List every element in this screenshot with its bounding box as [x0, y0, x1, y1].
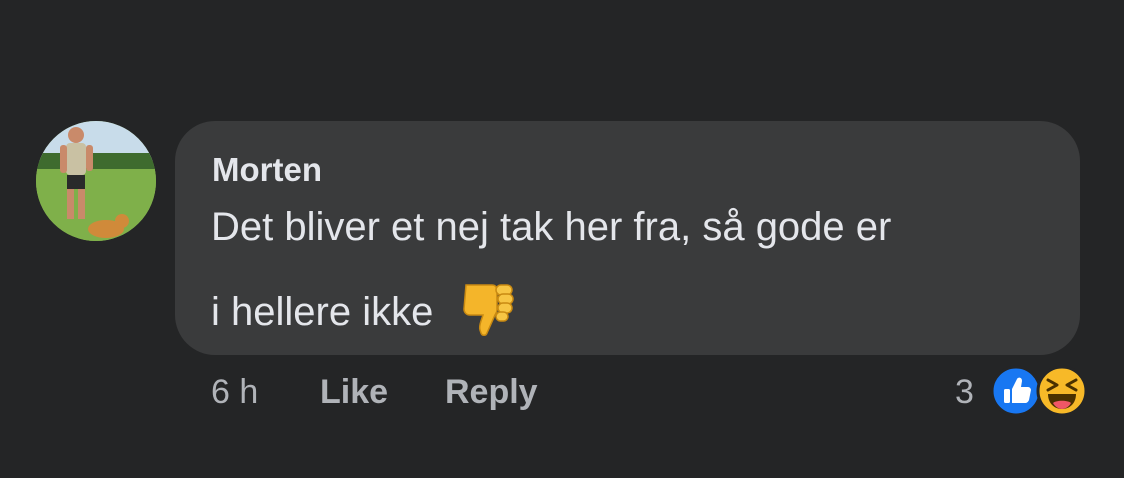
reply-button[interactable]: Reply	[445, 373, 538, 412]
avatar[interactable]	[36, 121, 156, 241]
thumbs-down-icon	[458, 279, 518, 339]
haha-reaction-icon	[1036, 365, 1088, 417]
author-name[interactable]: Morten	[212, 151, 322, 189]
comment-text-line-1: Det bliver et nej tak her fra, så gode e…	[211, 205, 892, 249]
reactions-summary[interactable]	[990, 365, 1090, 417]
comment-text-line-2: i hellere ikke	[211, 279, 518, 339]
comment: Morten Det bliver et nej tak her fra, så…	[0, 0, 1124, 478]
comment-bubble: Morten Det bliver et nej tak her fra, så…	[175, 121, 1080, 355]
comment-timestamp[interactable]: 6 h	[211, 373, 258, 412]
like-button[interactable]: Like	[320, 373, 388, 412]
like-reaction-icon	[990, 365, 1042, 417]
reaction-count[interactable]: 3	[955, 373, 974, 412]
comment-text-line-2-text: i hellere ikke	[211, 290, 434, 334]
avatar-photo	[36, 121, 156, 241]
